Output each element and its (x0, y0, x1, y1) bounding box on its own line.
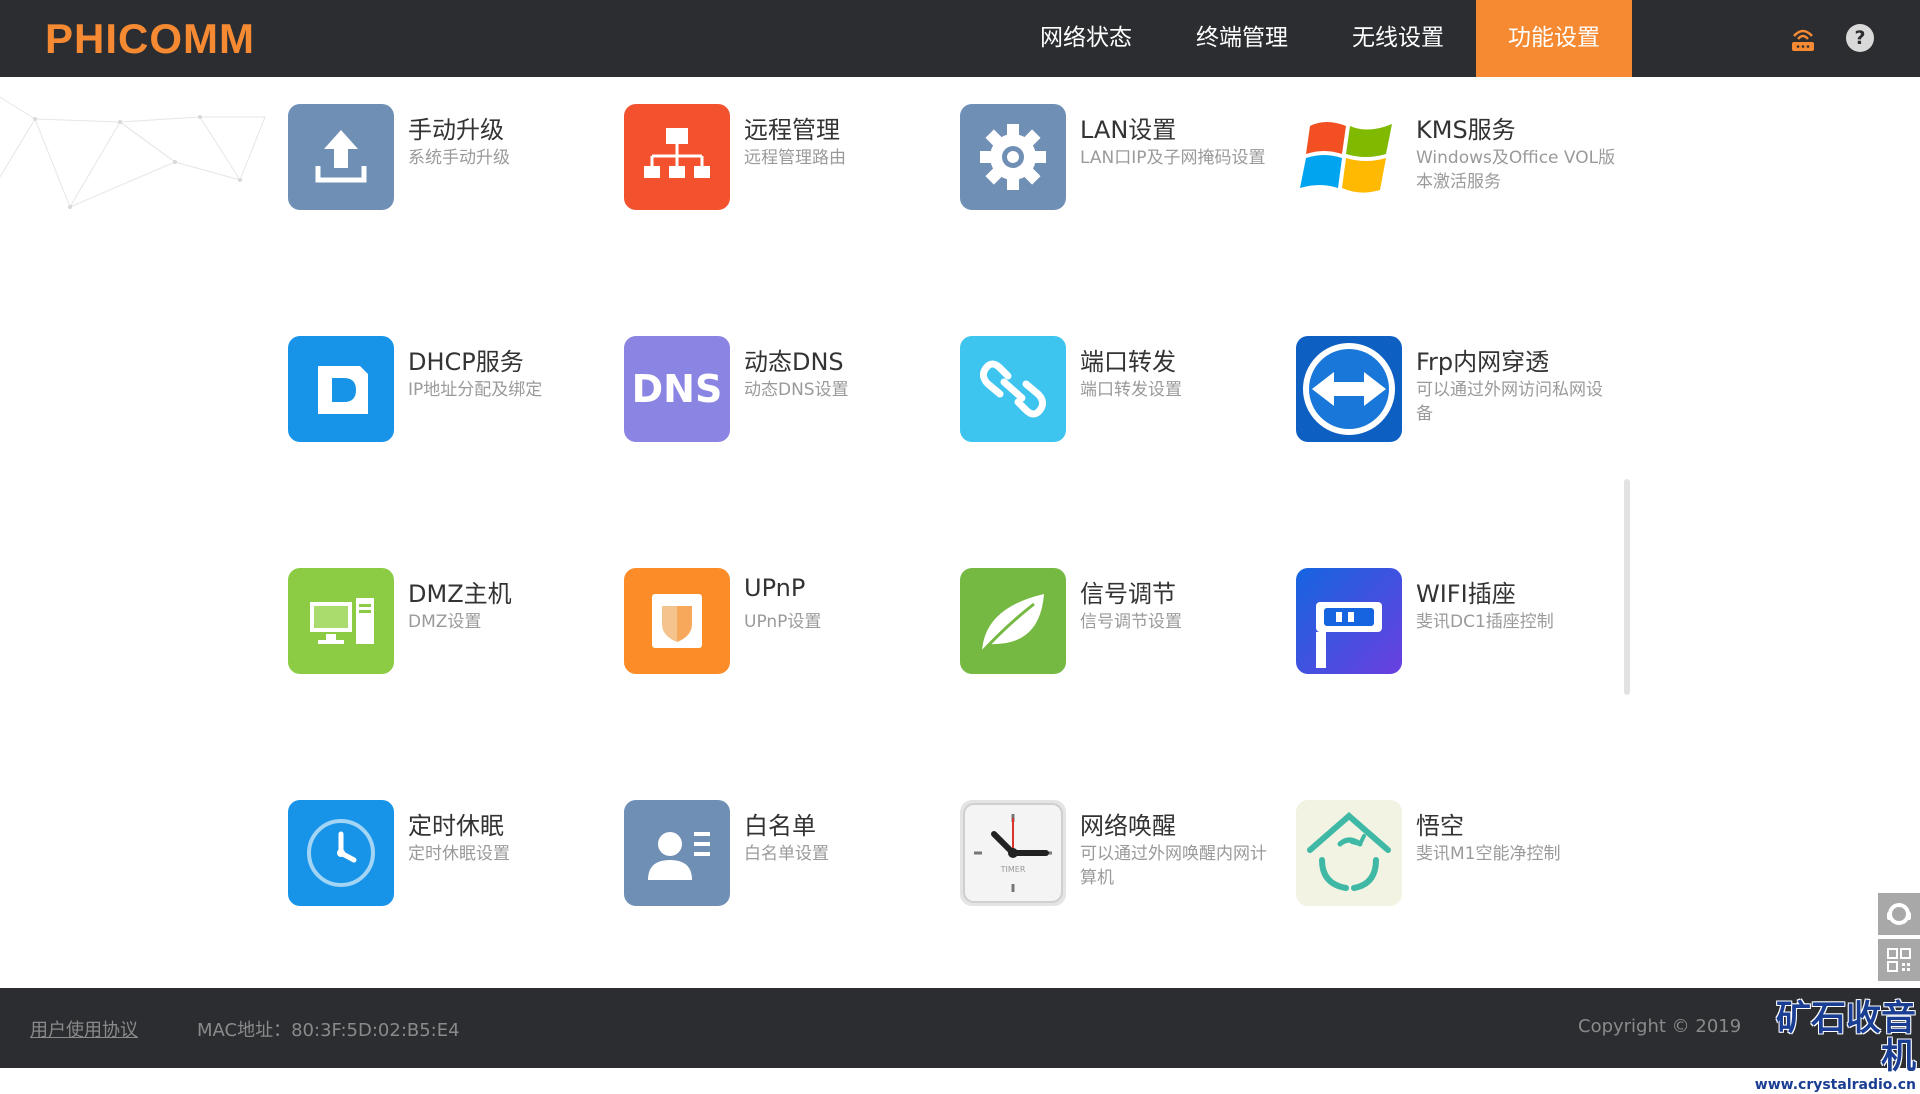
tile-title: 动态DNS (744, 348, 844, 376)
tile-title: LAN设置 (1080, 116, 1177, 144)
tile-title: 信号调节 (1080, 580, 1176, 608)
nav-wireless-settings[interactable]: 无线设置 (1320, 0, 1476, 77)
tile-wukong[interactable]: 悟空 斐讯M1空能净控制 (1296, 800, 1616, 910)
customer-service-button[interactable] (1878, 893, 1920, 935)
shield-icon (624, 568, 730, 674)
headset-icon (1887, 903, 1911, 925)
tile-title: UPnP (744, 574, 806, 602)
tile-frp-penetration[interactable]: Frp内网穿透 可以通过外网访问私网设备 (1296, 336, 1616, 446)
tile-dhcp-service[interactable]: DHCP服务 IP地址分配及绑定 (288, 336, 608, 446)
tile-manual-upgrade[interactable]: 手动升级 系统手动升级 (288, 104, 608, 214)
user-agreement-link[interactable]: 用户使用协议 (30, 1016, 138, 1042)
timer-clock-icon: TIMER (960, 800, 1066, 906)
tile-title: Frp内网穿透 (1416, 348, 1550, 376)
copyright-text: Copyright © 2019 (1578, 1016, 1742, 1037)
leaf-icon (960, 568, 1066, 674)
scrollbar-thumb[interactable] (1624, 479, 1630, 695)
nav-terminal-management[interactable]: 终端管理 (1164, 0, 1320, 77)
gear-icon (960, 104, 1066, 210)
tile-desc: IP地址分配及绑定 (408, 380, 543, 400)
tile-title: KMS服务 (1416, 116, 1516, 144)
tile-whitelist[interactable]: 白名单 白名单设置 (624, 800, 944, 910)
dhcp-icon (288, 336, 394, 442)
tile-desc: LAN口IP及子网掩码设置 (1080, 148, 1266, 168)
tile-title: DMZ主机 (408, 580, 512, 608)
site-watermark: 矿石收音机 www.crystalradio.cn (1748, 1000, 1916, 1094)
tile-desc: 信号调节设置 (1080, 612, 1182, 632)
main-nav: 网络状态 终端管理 无线设置 功能设置 (1008, 0, 1632, 77)
tile-lan-settings[interactable]: LAN设置 LAN口IP及子网掩码设置 (960, 104, 1280, 214)
link-icon (960, 336, 1066, 442)
power-strip-icon (1296, 568, 1402, 674)
nav-function-settings[interactable]: 功能设置 (1476, 0, 1632, 77)
tile-desc: 系统手动升级 (408, 148, 510, 168)
tile-title: 端口转发 (1080, 348, 1176, 376)
tile-title: 网络唤醒 (1080, 812, 1176, 840)
watermark-title: 矿石收音机 (1775, 999, 1916, 1077)
tile-desc: DMZ设置 (408, 612, 482, 632)
watermark-url: www.crystalradio.cn (1754, 1077, 1916, 1093)
tile-dmz-host[interactable]: DMZ主机 DMZ设置 (288, 568, 608, 678)
tile-title: 悟空 (1416, 812, 1464, 840)
tile-title: 白名单 (744, 812, 816, 840)
windows-logo-icon (1296, 104, 1402, 210)
clock-icon (288, 800, 394, 906)
tile-desc: 斐讯DC1插座控制 (1416, 612, 1554, 632)
dns-icon: DNS (624, 336, 730, 442)
tile-port-forwarding[interactable]: 端口转发 端口转发设置 (960, 336, 1280, 446)
tile-wifi-socket[interactable]: WIFI插座 斐讯DC1插座控制 (1296, 568, 1616, 678)
tile-upnp[interactable]: UPnP UPnP设置 (624, 568, 944, 678)
qrcode-button[interactable] (1878, 939, 1920, 981)
tile-title: WIFI插座 (1416, 580, 1516, 608)
tile-desc: 斐讯M1空能净控制 (1416, 844, 1561, 864)
home-recycle-icon (1296, 800, 1402, 906)
mac-address: MAC地址：80:3F:5D:02:B5:E4 (197, 1020, 460, 1041)
nav-network-status[interactable]: 网络状态 (1008, 0, 1164, 77)
tile-desc: UPnP设置 (744, 612, 822, 632)
tile-desc: 白名单设置 (744, 844, 829, 864)
tile-desc: 动态DNS设置 (744, 380, 849, 400)
tile-wake-on-lan[interactable]: TIMER 网络唤醒 可以通过外网唤醒内网计算机 (960, 800, 1280, 910)
footer: 用户使用协议 MAC地址：80:3F:5D:02:B5:E4 Copyright… (0, 988, 1920, 1068)
svg-text:DNS: DNS (632, 367, 723, 411)
tile-title: 远程管理 (744, 116, 840, 144)
tile-desc: 远程管理路由 (744, 148, 846, 168)
tile-desc: 可以通过外网唤醒内网计算机 (1080, 844, 1267, 888)
tile-remote-management[interactable]: 远程管理 远程管理路由 (624, 104, 944, 214)
network-tree-icon (624, 104, 730, 210)
tile-desc: Windows及Office VOL版本激活服务 (1416, 148, 1616, 192)
phicomm-logo[interactable]: PHICOMM (45, 12, 255, 65)
tile-signal-adjustment[interactable]: 信号调节 信号调节设置 (960, 568, 1280, 678)
router-icon[interactable] (1788, 24, 1818, 54)
tile-timed-sleep[interactable]: 定时休眠 定时休眠设置 (288, 800, 608, 910)
help-icon[interactable]: ? (1846, 24, 1874, 52)
upgrade-icon (288, 104, 394, 210)
tile-desc: 端口转发设置 (1080, 380, 1182, 400)
qrcode-icon (1887, 948, 1911, 972)
tile-title: 定时休眠 (408, 812, 504, 840)
tile-kms-service[interactable]: KMS服务 Windows及Office VOL版本激活服务 (1296, 104, 1616, 214)
decorative-mesh (0, 96, 266, 209)
tile-desc: 定时休眠设置 (408, 844, 510, 864)
tile-desc: 可以通过外网访问私网设备 (1416, 380, 1603, 424)
user-list-icon (624, 800, 730, 906)
tile-dynamic-dns[interactable]: DNS 动态DNS 动态DNS设置 (624, 336, 944, 446)
svg-text:TIMER: TIMER (1000, 865, 1026, 874)
top-bar: PHICOMM 网络状态 终端管理 无线设置 功能设置 ? (0, 0, 1920, 77)
teamviewer-arrows-icon (1296, 336, 1402, 442)
tile-title: 手动升级 (408, 116, 504, 144)
tile-title: DHCP服务 (408, 348, 524, 376)
computer-icon (288, 568, 394, 674)
